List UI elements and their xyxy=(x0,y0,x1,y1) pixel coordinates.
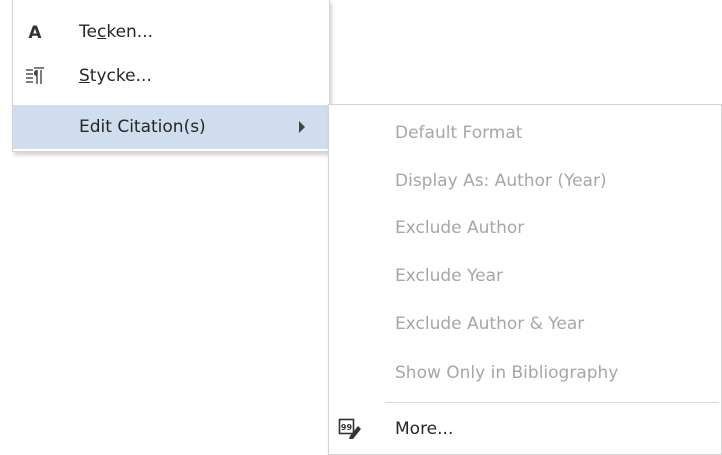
menu-item-stycke-label: Stycke... xyxy=(79,66,152,86)
submenu-item-label: Exclude Author & Year xyxy=(395,314,585,334)
submenu-arrow-icon xyxy=(299,121,305,133)
submenu-item-more[interactable]: 99 More... xyxy=(329,407,721,451)
edit-citation-icon: 99 xyxy=(329,407,371,451)
submenu-item-label: Exclude Year xyxy=(395,266,503,286)
svg-text:99: 99 xyxy=(341,423,353,432)
submenu-item-label: Exclude Author xyxy=(395,218,525,238)
font-a-icon: A xyxy=(13,10,57,54)
submenu-separator xyxy=(385,402,719,403)
paragraph-icon xyxy=(13,54,57,98)
submenu-item-exclude-author[interactable]: Exclude Author xyxy=(329,206,721,250)
submenu-item-exclude-year[interactable]: Exclude Year xyxy=(329,254,721,298)
submenu-item-label: Show Only in Bibliography xyxy=(395,363,619,383)
menu-item-stycke[interactable]: Stycke... xyxy=(13,54,329,98)
svg-text:A: A xyxy=(28,23,42,42)
menu-item-edit-citations[interactable]: Edit Citation(s) xyxy=(13,105,329,149)
menu-item-tecken[interactable]: A Tecken... xyxy=(13,10,329,54)
menu-item-edit-citations-label: Edit Citation(s) xyxy=(79,117,206,137)
screen: A Tecken... Stycke... Edit Citation(s) D… xyxy=(0,0,722,455)
submenu-item-exclude-author-and-year[interactable]: Exclude Author & Year xyxy=(329,302,721,346)
submenu-item-display-as-author-year[interactable]: Display As: Author (Year) xyxy=(329,159,721,203)
submenu-item-label: Display As: Author (Year) xyxy=(395,171,607,191)
menu-item-tecken-label: Tecken... xyxy=(79,22,154,42)
submenu-item-label: More... xyxy=(395,419,454,439)
context-menu: A Tecken... Stycke... Edit Citation(s) xyxy=(12,0,330,152)
edit-citations-submenu: Default Format Display As: Author (Year)… xyxy=(328,104,722,455)
submenu-item-show-only-in-bibliography[interactable]: Show Only in Bibliography xyxy=(329,351,721,395)
submenu-item-label: Default Format xyxy=(395,123,523,143)
submenu-item-default-format[interactable]: Default Format xyxy=(329,111,721,155)
